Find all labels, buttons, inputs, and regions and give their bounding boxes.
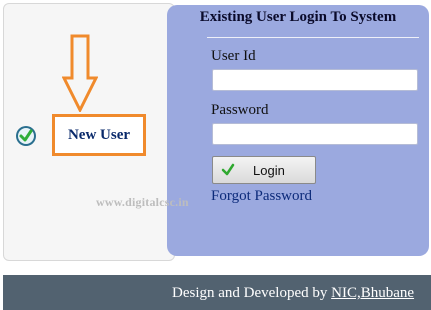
watermark: www.digitalcsc.in (96, 195, 189, 209)
check-icon (221, 163, 235, 176)
footer-credit: Design and Developed by NIC,Bhubane (172, 285, 414, 302)
password-input[interactable] (212, 123, 418, 145)
title-divider (207, 37, 419, 38)
footer-link[interactable]: NIC,Bhubane (331, 285, 414, 301)
new-user-highlight-box: New User (52, 114, 146, 156)
login-button-label: Login (253, 162, 285, 178)
new-user-panel: New User (3, 3, 175, 261)
user-id-input[interactable] (212, 69, 418, 91)
check-circle-icon (16, 126, 36, 146)
footer: Design and Developed by NIC,Bhubane (3, 275, 431, 310)
footer-text: Design and Developed by (172, 285, 332, 301)
login-panel: Existing User Login To System User Id Pa… (167, 5, 429, 256)
user-id-label: User Id (211, 48, 256, 64)
down-arrow-icon (62, 34, 98, 112)
password-label: Password (211, 102, 269, 118)
forgot-password-link[interactable]: Forgot Password (211, 188, 312, 205)
login-title: Existing User Login To System (199, 9, 397, 25)
login-button[interactable]: Login (212, 156, 316, 184)
new-user-link[interactable]: New User (68, 127, 130, 144)
